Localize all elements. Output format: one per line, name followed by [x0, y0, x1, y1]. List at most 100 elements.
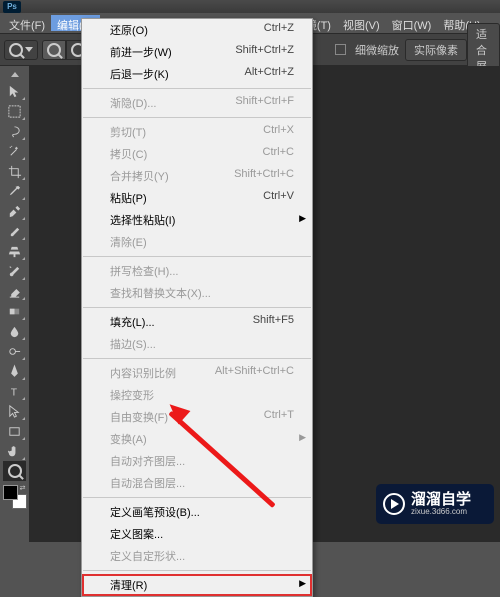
menu-item-label: 清除(E) — [110, 234, 147, 250]
menu-item-label: 合并拷贝(Y) — [110, 168, 169, 184]
menu-item-label: 渐隐(D)... — [110, 95, 156, 111]
menu-item: 自由变换(F)Ctrl+T — [82, 406, 312, 428]
menu-item-label: 填充(L)... — [110, 314, 155, 330]
path-selection-tool[interactable] — [3, 401, 26, 421]
menu-item: 合并拷贝(Y) Shift+Ctrl+C — [82, 165, 312, 187]
foreground-color[interactable] — [3, 485, 18, 500]
magic-wand-tool[interactable] — [3, 141, 26, 161]
submenu-arrow-icon: ▶ — [299, 432, 306, 443]
brush-tool[interactable] — [3, 221, 26, 241]
eyedropper-tool[interactable] — [3, 181, 26, 201]
type-tool[interactable]: T — [3, 381, 26, 401]
menu-item-label: 剪切(T) — [110, 124, 146, 140]
menu-item: 定义自定形状... — [82, 545, 312, 567]
menu-item-shortcut: Shift+Ctrl+F — [235, 95, 294, 111]
zoom-in-button[interactable] — [42, 40, 66, 60]
color-swatches[interactable]: ⇄ — [3, 485, 27, 509]
menu-item-shortcut: Alt+Ctrl+Z — [244, 66, 294, 82]
menu-item-shortcut: Ctrl+V — [263, 190, 294, 206]
watermark-title: 溜溜自学 — [411, 492, 471, 507]
menu-item-label: 内容识别比例 — [110, 365, 176, 381]
menu-item-shortcut: Ctrl+X — [263, 124, 294, 140]
svg-text:T: T — [11, 387, 18, 398]
lasso-tool[interactable] — [3, 121, 26, 141]
submenu-arrow-icon: ▶ — [299, 213, 306, 224]
menu-item-label: 前进一步(W) — [110, 44, 172, 60]
actual-pixels-button[interactable]: 实际像素 — [405, 39, 467, 61]
blur-tool[interactable] — [3, 321, 26, 341]
menu-item-label: 查找和替换文本(X)... — [110, 285, 211, 301]
marquee-tool[interactable] — [3, 101, 26, 121]
menu-item: 查找和替换文本(X)... — [82, 282, 312, 304]
menu-item-label: 定义画笔预设(B)... — [110, 504, 200, 520]
menu-item-label: 定义自定形状... — [110, 548, 185, 564]
scrub-zoom-checkbox[interactable] — [335, 44, 346, 55]
menu-item-label: 拷贝(C) — [110, 146, 147, 162]
menu-item-shortcut: Shift+Ctrl+C — [234, 168, 294, 184]
edit-menu-dropdown: 还原(O) Ctrl+Z 前进一步(W) Shift+Ctrl+Z 后退一步(K) Alt… — [81, 18, 313, 597]
menu-item: 拷贝(C) Ctrl+C — [82, 143, 312, 165]
clone-stamp-tool[interactable] — [3, 241, 26, 261]
title-bar: Ps — [0, 0, 500, 13]
menu-item-label: 自由变换(F) — [110, 409, 168, 425]
scrub-zoom-label: 细微缩放 — [349, 39, 405, 61]
menu-item-label: 操控变形 — [110, 387, 154, 403]
move-tool[interactable] — [3, 81, 26, 101]
zoom-tool-icon — [8, 464, 22, 478]
menu-item: 描边(S)... — [82, 333, 312, 355]
menu-item: 渐隐(D)... Shift+Ctrl+F — [82, 92, 312, 114]
watermark-subtitle: zixue.3d66.com — [411, 507, 471, 516]
menu-item[interactable]: 粘贴(P) Ctrl+V — [82, 187, 312, 209]
menu-item: 自动对齐图层... — [82, 450, 312, 472]
rectangle-tool[interactable] — [3, 421, 26, 441]
swap-colors-icon[interactable]: ⇄ — [20, 484, 26, 492]
menu-file[interactable]: 文件(F) — [3, 15, 51, 31]
menu-item: 操控变形 — [82, 384, 312, 406]
menu-item-shortcut: Alt+Shift+Ctrl+C — [215, 365, 294, 381]
pen-tool[interactable] — [3, 361, 26, 381]
menu-item-label: 描边(S)... — [110, 336, 156, 352]
menu-item-label: 清理(R) — [110, 577, 147, 593]
menu-item-label: 变换(A) — [110, 431, 147, 447]
menu-item-shortcut: Shift+F5 — [253, 314, 294, 330]
ps-logo: Ps — [3, 1, 21, 13]
menu-item-label: 定义图案... — [110, 526, 163, 542]
menu-item[interactable]: 后退一步(K) Alt+Ctrl+Z — [82, 63, 312, 85]
tool-preset-picker[interactable] — [4, 40, 38, 60]
menu-item: 内容识别比例 Alt+Shift+Ctrl+C — [82, 362, 312, 384]
chevron-down-icon — [25, 47, 33, 52]
menu-item-shortcut: Shift+Ctrl+Z — [235, 44, 294, 60]
menu-item[interactable]: 定义画笔预设(B)... — [82, 501, 312, 523]
healing-brush-tool[interactable] — [3, 201, 26, 221]
zoom-icon — [9, 43, 23, 57]
crop-tool[interactable] — [3, 161, 26, 181]
menu-window[interactable]: 窗口(W) — [386, 15, 438, 31]
menu-item[interactable]: 清理(R)▶ — [82, 574, 312, 596]
menu-item: 拼写检查(H)... — [82, 260, 312, 282]
hand-tool[interactable] — [3, 441, 26, 461]
dodge-tool[interactable] — [3, 341, 26, 361]
panel-grip-icon[interactable] — [11, 72, 19, 77]
menu-item[interactable]: 选择性粘贴(I) ▶ — [82, 209, 312, 231]
menu-item-label: 拼写检查(H)... — [110, 263, 178, 279]
eraser-tool[interactable] — [3, 281, 26, 301]
menu-item-label: 选择性粘贴(I) — [110, 212, 175, 228]
zoom-in-icon — [47, 43, 61, 57]
menu-item-shortcut: Ctrl+C — [263, 146, 294, 162]
history-brush-tool[interactable] — [3, 261, 26, 281]
menu-item[interactable]: 填充(L)... Shift+F5 — [82, 311, 312, 333]
zoom-tool[interactable] — [3, 461, 26, 481]
gradient-tool[interactable] — [3, 301, 26, 321]
tools-panel: T ⇄ — [0, 66, 29, 509]
menu-item-label: 后退一步(K) — [110, 66, 169, 82]
menu-item-label: 自动混合图层... — [110, 475, 185, 491]
menu-view[interactable]: 视图(V) — [337, 15, 386, 31]
menu-item-label: 还原(O) — [110, 22, 148, 38]
menu-item-label: 粘贴(P) — [110, 190, 147, 206]
menu-item-shortcut: Ctrl+Z — [264, 22, 294, 38]
menu-item[interactable]: 还原(O) Ctrl+Z — [82, 19, 312, 41]
menu-item[interactable]: 前进一步(W) Shift+Ctrl+Z — [82, 41, 312, 63]
play-icon — [383, 493, 405, 515]
menu-item: 剪切(T) Ctrl+X — [82, 121, 312, 143]
menu-item: 清除(E) — [82, 231, 312, 253]
